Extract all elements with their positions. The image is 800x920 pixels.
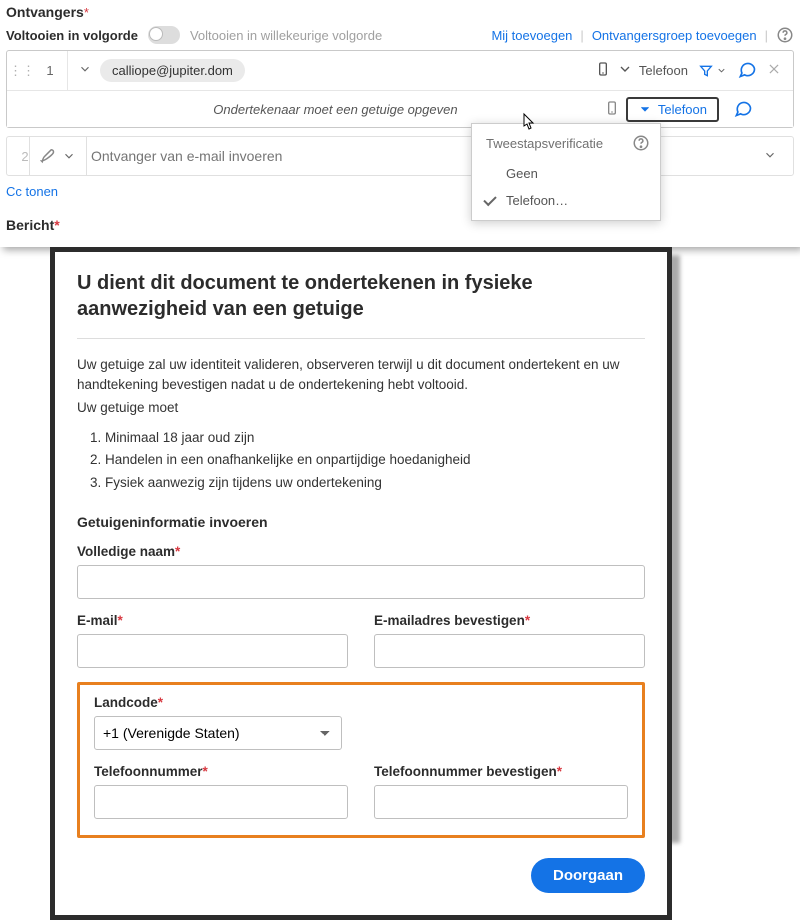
drag-handle-icon[interactable]: ⋮⋮ [13,63,31,79]
recipient-email-chip[interactable]: calliope@jupiter.dom [100,59,245,82]
order-toggle[interactable] [148,26,180,44]
witness-auth-label: Telefoon [658,102,707,117]
email-input[interactable] [77,634,348,668]
pen-icon[interactable] [40,146,58,167]
phone-icon [604,100,626,119]
add-recipient-group-link[interactable]: Ontvangersgroep toevoegen [592,28,757,43]
recipient-role-dropdown[interactable] [78,62,92,79]
witness-info-heading: Getuigeninformatie invoeren [77,514,645,530]
tsv-option-none[interactable]: Geen [472,160,660,187]
cursor-icon [518,112,538,134]
required-mark: * [84,5,89,20]
complete-in-order-label: Voltooien in volgorde [6,28,138,43]
recipient-row: 2 [6,136,794,176]
tsv-option-phone[interactable]: Telefoon… [472,187,660,214]
phone-highlight-box: Landcode* +1 (Verenigde Staten) Telefoon… [77,682,645,838]
phone-confirm-label: Telefoonnummer bevestigen [374,764,557,779]
chevron-down-icon[interactable] [747,148,793,165]
phone-icon [595,61,611,80]
continue-button[interactable]: Doorgaan [531,858,645,893]
tsv-title: Tweestapsverificatie [486,136,603,151]
show-cc-link[interactable]: Cc tonen [6,184,58,199]
email-confirm-label: E-mailadres bevestigen [374,613,525,628]
add-me-link[interactable]: Mij toevoegen [491,28,572,43]
modal-requirement-item: Handelen in een onafhankelijke en onpart… [105,450,645,470]
witness-row: Ondertekenaar moet een getuige opgeven T… [7,91,793,127]
recipient-order-number: 1 [39,63,61,78]
country-code-label: Landcode [94,695,158,710]
email-label: E-mail [77,613,118,628]
message-label: Bericht [6,217,54,233]
witness-auth-dropdown[interactable]: Telefoon [626,97,719,122]
full-name-label: Volledige naam [77,544,175,559]
private-message-icon[interactable] [719,98,767,121]
recipients-label: Ontvangers [6,4,84,20]
modal-requirement-item: Fysiek aanwezig zijn tijdens uw ondertek… [105,473,645,493]
private-message-icon[interactable] [737,59,757,82]
help-icon[interactable] [776,26,794,44]
modal-paragraph: Uw getuige moet [77,398,645,418]
modal-requirement-item: Minimaal 18 jaar oud zijn [105,428,645,448]
filter-icon[interactable] [698,63,727,79]
country-code-select[interactable]: +1 (Verenigde Staten) [94,716,342,750]
email-confirm-input[interactable] [374,634,645,668]
modal-paragraph: Uw getuige zal uw identiteit valideren, … [77,355,645,394]
close-icon[interactable] [767,62,781,79]
chevron-down-icon[interactable] [62,149,76,163]
witness-modal: U dient dit document te ondertekenen in … [50,247,672,920]
phone-confirm-input[interactable] [374,785,628,819]
full-name-input[interactable] [77,565,645,599]
chevron-down-icon[interactable] [617,61,633,80]
auth-method-label: Telefoon [639,63,688,78]
phone-input[interactable] [94,785,348,819]
recipient-row: ⋮⋮ 1 calliope@jupiter.dom Telefoon [7,51,793,91]
two-step-verification-menu: Tweestapsverificatie Geen Telefoon… [471,123,661,221]
phone-label: Telefoonnummer [94,764,203,779]
modal-title: U dient dit document te ondertekenen in … [77,270,645,322]
random-order-label: Voltooien in willekeurige volgorde [190,28,382,43]
help-icon[interactable] [632,134,650,152]
recipient-order-number: 2 [7,149,29,164]
